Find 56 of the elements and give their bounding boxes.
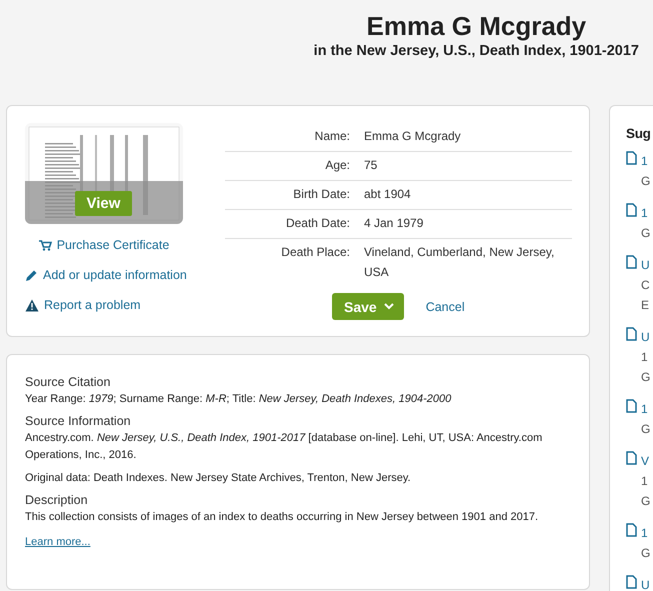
warning-icon [25,298,39,312]
document-icon[interactable] [626,575,637,589]
document-icon[interactable] [626,151,637,165]
collection-subtitle: in the New Jersey, U.S., Death Index, 1901-2017 [314,42,639,60]
field-label: Name: [314,128,350,143]
cancel-link[interactable]: Cancel [426,300,465,314]
field-label: Death Place: [280,244,350,259]
suggestion-link[interactable]: 1 [641,151,650,171]
suggestion-link[interactable]: U [641,575,650,591]
section-heading: Description [25,493,89,507]
document-icon[interactable] [626,255,637,269]
learn-more-link[interactable]: Learn more... [25,536,90,548]
field-value: 4 Jan 1979 [363,215,424,232]
suggestion-link[interactable]: 1 [641,399,650,419]
section-heading: Source Citation [25,375,112,389]
suggestion-link[interactable]: 1 [641,203,650,223]
suggestion-link[interactable]: U [641,255,650,275]
section-heading: Source Information [25,414,132,428]
suggestion-link[interactable]: 1 [641,523,650,543]
field-label: Age: [324,157,350,172]
report-link[interactable]: Report a problem [25,295,183,315]
field-label: Death Date: [284,215,350,230]
pencil-icon [25,268,38,282]
field-value: abt 1904 [363,186,412,203]
suggestion-text: 1 [641,349,649,366]
suggestion-text: G [641,173,650,190]
view-button[interactable]: View [75,191,132,216]
suggestion-text: G [641,369,650,386]
document-icon[interactable] [626,203,637,217]
purchase-link[interactable]: Purchase Certificate [38,235,170,255]
suggestion-link[interactable]: U [641,327,650,347]
document-icon[interactable] [626,327,637,341]
suggestion-link[interactable]: V [641,451,650,471]
suggestion-text: G [641,493,650,510]
suggestion-text: 1 [641,473,649,490]
panel-title: Sug [626,126,652,141]
document-icon[interactable] [626,523,637,537]
suggestion-text: C [641,277,650,294]
cart-icon [38,240,52,250]
section-text: Ancestry.com. New Jersey, U.S., Death Index, 1901-2017 [database on-line]. Lehi, UT, USA: Ancestry.com Operations, Inc., 2016. [25,431,544,463]
section-text: Original data: Death Indexes. New Jersey State Archives, Trenton, New Jersey. [25,471,412,486]
suggestion-text: G [641,225,650,242]
field-value: 75 [363,157,378,174]
suggestion-text: G [641,421,650,438]
save-button[interactable]: Save [332,293,404,320]
field-label: Birth Date: [292,186,350,201]
suggestion-text: G [641,545,650,562]
document-icon[interactable] [626,451,637,465]
field-value: Emma G Mcgrady [363,128,462,145]
chevron-icon [384,303,394,310]
suggestion-text: E [641,297,650,314]
document-icon[interactable] [626,399,637,413]
field-value: Vineland, Cumberland, New Jersey, USA [363,244,556,281]
section-text: Year Range: 1979; Surname Range: M-R; Title: New Jersey, Death Indexes, 1904-2000 [25,392,452,407]
record-title: Emma G Mcgrady [366,10,586,42]
section-text: This collection consists of images of an index to deaths occurring in New Jersey between 1901 and 2017. [25,510,540,525]
